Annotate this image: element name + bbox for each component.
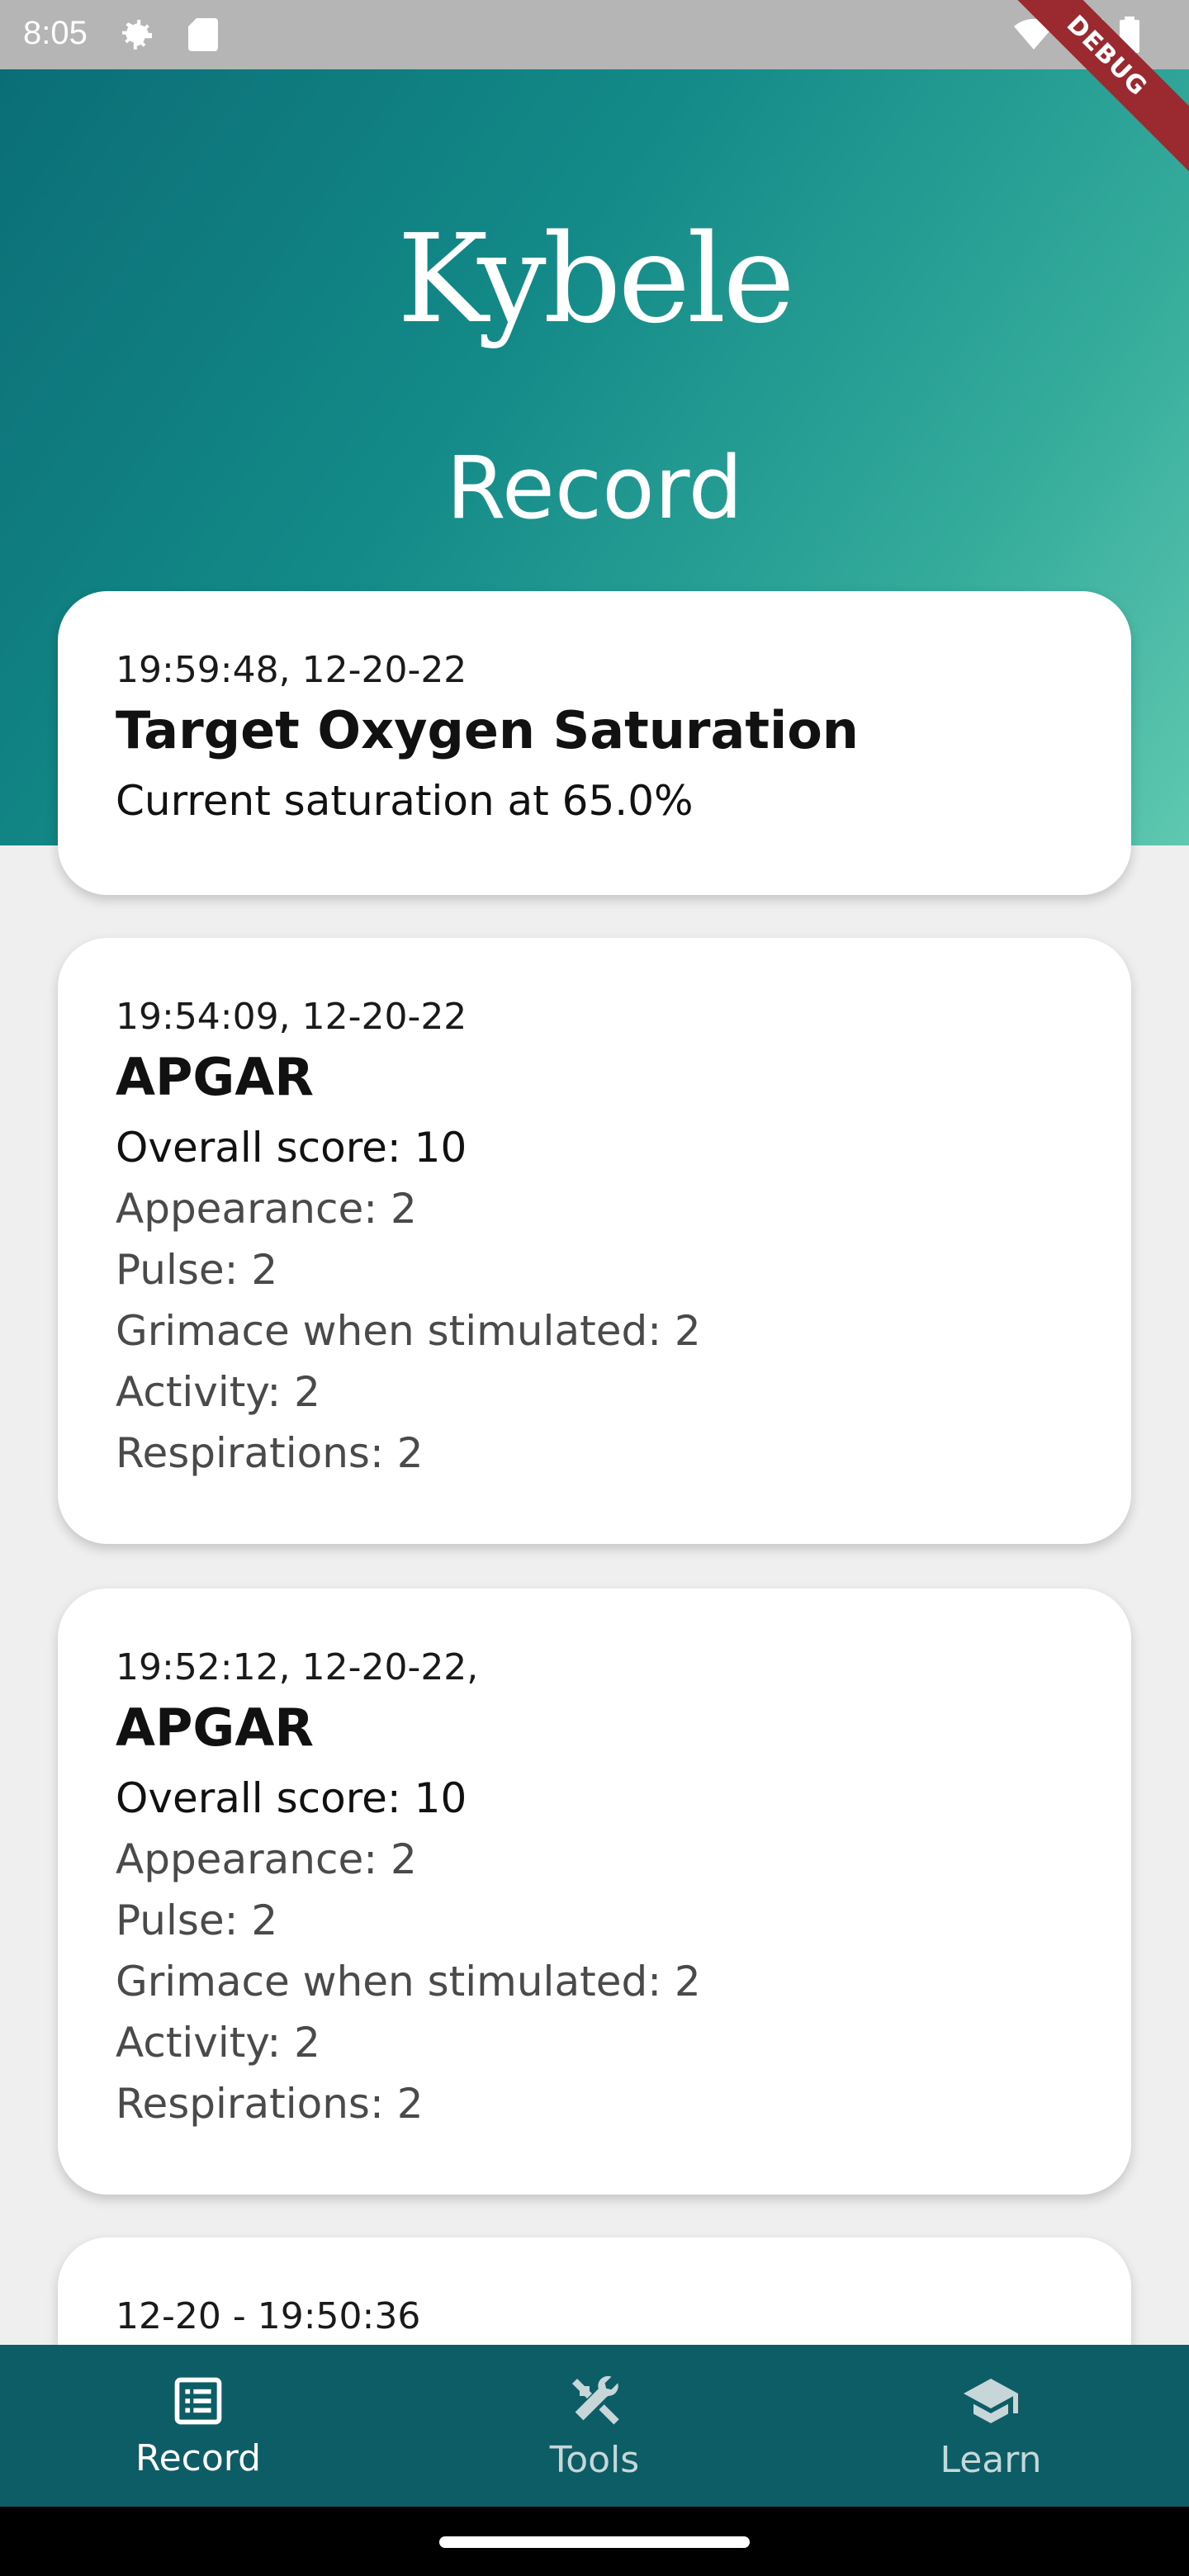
- pulse-score: Pulse: 2: [116, 1896, 278, 1944]
- school-icon: [964, 2378, 1018, 2423]
- activity-score: Activity: 2: [116, 2018, 320, 2067]
- tools-icon: [572, 2375, 619, 2424]
- bottom-navigation: Record Tools Learn: [0, 2345, 1189, 2507]
- pulse-score: Pulse: 2: [116, 1245, 278, 1294]
- respirations-score: Respirations: 2: [116, 2079, 424, 2128]
- appearance-score: Appearance: 2: [116, 1184, 417, 1233]
- record-card-apgar[interactable]: 19:52:12, 12-20-22, APGAR Overall score:…: [58, 1589, 1131, 2195]
- sd-card-icon: [188, 18, 218, 51]
- status-time: 8:05: [23, 15, 88, 51]
- home-gesture-handle[interactable]: [439, 2536, 750, 2548]
- nav-learn-label: Learn: [940, 2438, 1042, 2481]
- grimace-score: Grimace when stimulated: 2: [116, 1306, 701, 1355]
- overall-score: Overall score: 10: [116, 1773, 467, 1822]
- status-bar: 8:05: [0, 0, 1189, 69]
- appearance-score: Appearance: 2: [116, 1835, 417, 1883]
- nav-record-label: Record: [135, 2436, 262, 2479]
- record-title: APGAR: [116, 1047, 315, 1108]
- overall-score: Overall score: 10: [116, 1123, 467, 1172]
- grimace-score: Grimace when stimulated: 2: [116, 1957, 701, 2005]
- record-card-apgar[interactable]: 19:54:09, 12-20-22 APGAR Overall score: …: [58, 938, 1131, 1544]
- record-timestamp: 19:59:48, 12-20-22: [116, 649, 467, 691]
- respirations-score: Respirations: 2: [116, 1428, 424, 1477]
- system-navigation-bar: [0, 2507, 1189, 2576]
- record-card-oxygen[interactable]: 19:59:48, 12-20-22 Target Oxygen Saturat…: [58, 591, 1131, 895]
- settings-icon: [122, 20, 152, 50]
- nav-learn[interactable]: Learn: [793, 2345, 1189, 2507]
- list-icon: [174, 2377, 222, 2424]
- record-timestamp: 12-20 - 19:50:36: [116, 2295, 421, 2337]
- record-detail: Current saturation at 65.0%: [116, 776, 694, 825]
- record-title: APGAR: [116, 1698, 315, 1759]
- record-timestamp: 19:52:12, 12-20-22,: [116, 1646, 479, 1688]
- activity-score: Activity: 2: [116, 1367, 320, 1416]
- nav-tools-label: Tools: [549, 2438, 640, 2481]
- page-title: Record: [446, 438, 743, 538]
- nav-tools[interactable]: Tools: [396, 2345, 793, 2507]
- record-title: Target Oxygen Saturation: [116, 700, 859, 761]
- record-timestamp: 19:54:09, 12-20-22: [116, 996, 467, 1038]
- kybele-logo: Kybele: [397, 208, 795, 350]
- nav-record[interactable]: Record: [0, 2345, 396, 2507]
